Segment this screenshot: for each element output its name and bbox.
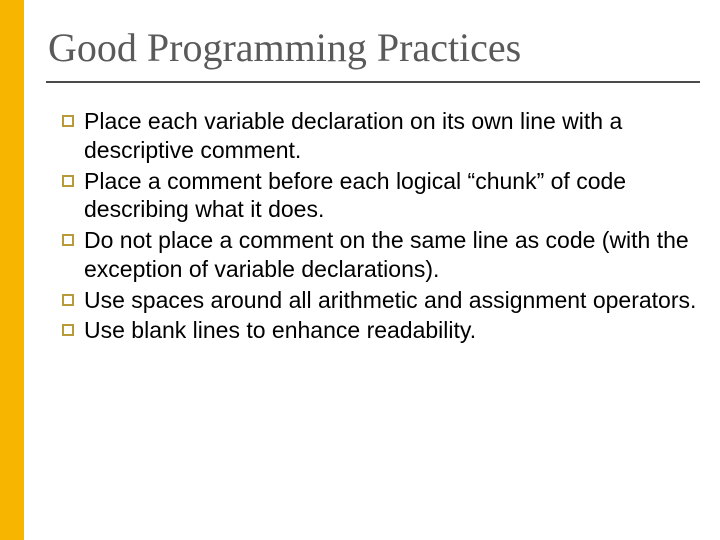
bullet-square-icon [62,324,74,336]
list-item: Do not place a comment on the same line … [62,226,700,284]
slide-accent-bar [0,0,24,540]
bullet-text: Place each variable declaration on its o… [84,107,700,165]
list-item: Use spaces around all arithmetic and ass… [62,286,700,315]
list-item: Place a comment before each logical “chu… [62,167,700,225]
bullet-text: Use blank lines to enhance readability. [84,316,700,345]
list-item: Place each variable declaration on its o… [62,107,700,165]
bullet-square-icon [62,234,74,246]
slide-title: Good Programming Practices [48,24,700,81]
title-underline [46,81,700,83]
bullet-text: Use spaces around all arithmetic and ass… [84,286,700,315]
list-item: Use blank lines to enhance readability. [62,316,700,345]
bullet-text: Do not place a comment on the same line … [84,226,700,284]
bullet-square-icon [62,294,74,306]
slide-content: Good Programming Practices Place each va… [48,24,700,347]
bullet-text: Place a comment before each logical “chu… [84,167,700,225]
bullet-square-icon [62,115,74,127]
bullet-square-icon [62,175,74,187]
bullet-list: Place each variable declaration on its o… [48,107,700,345]
